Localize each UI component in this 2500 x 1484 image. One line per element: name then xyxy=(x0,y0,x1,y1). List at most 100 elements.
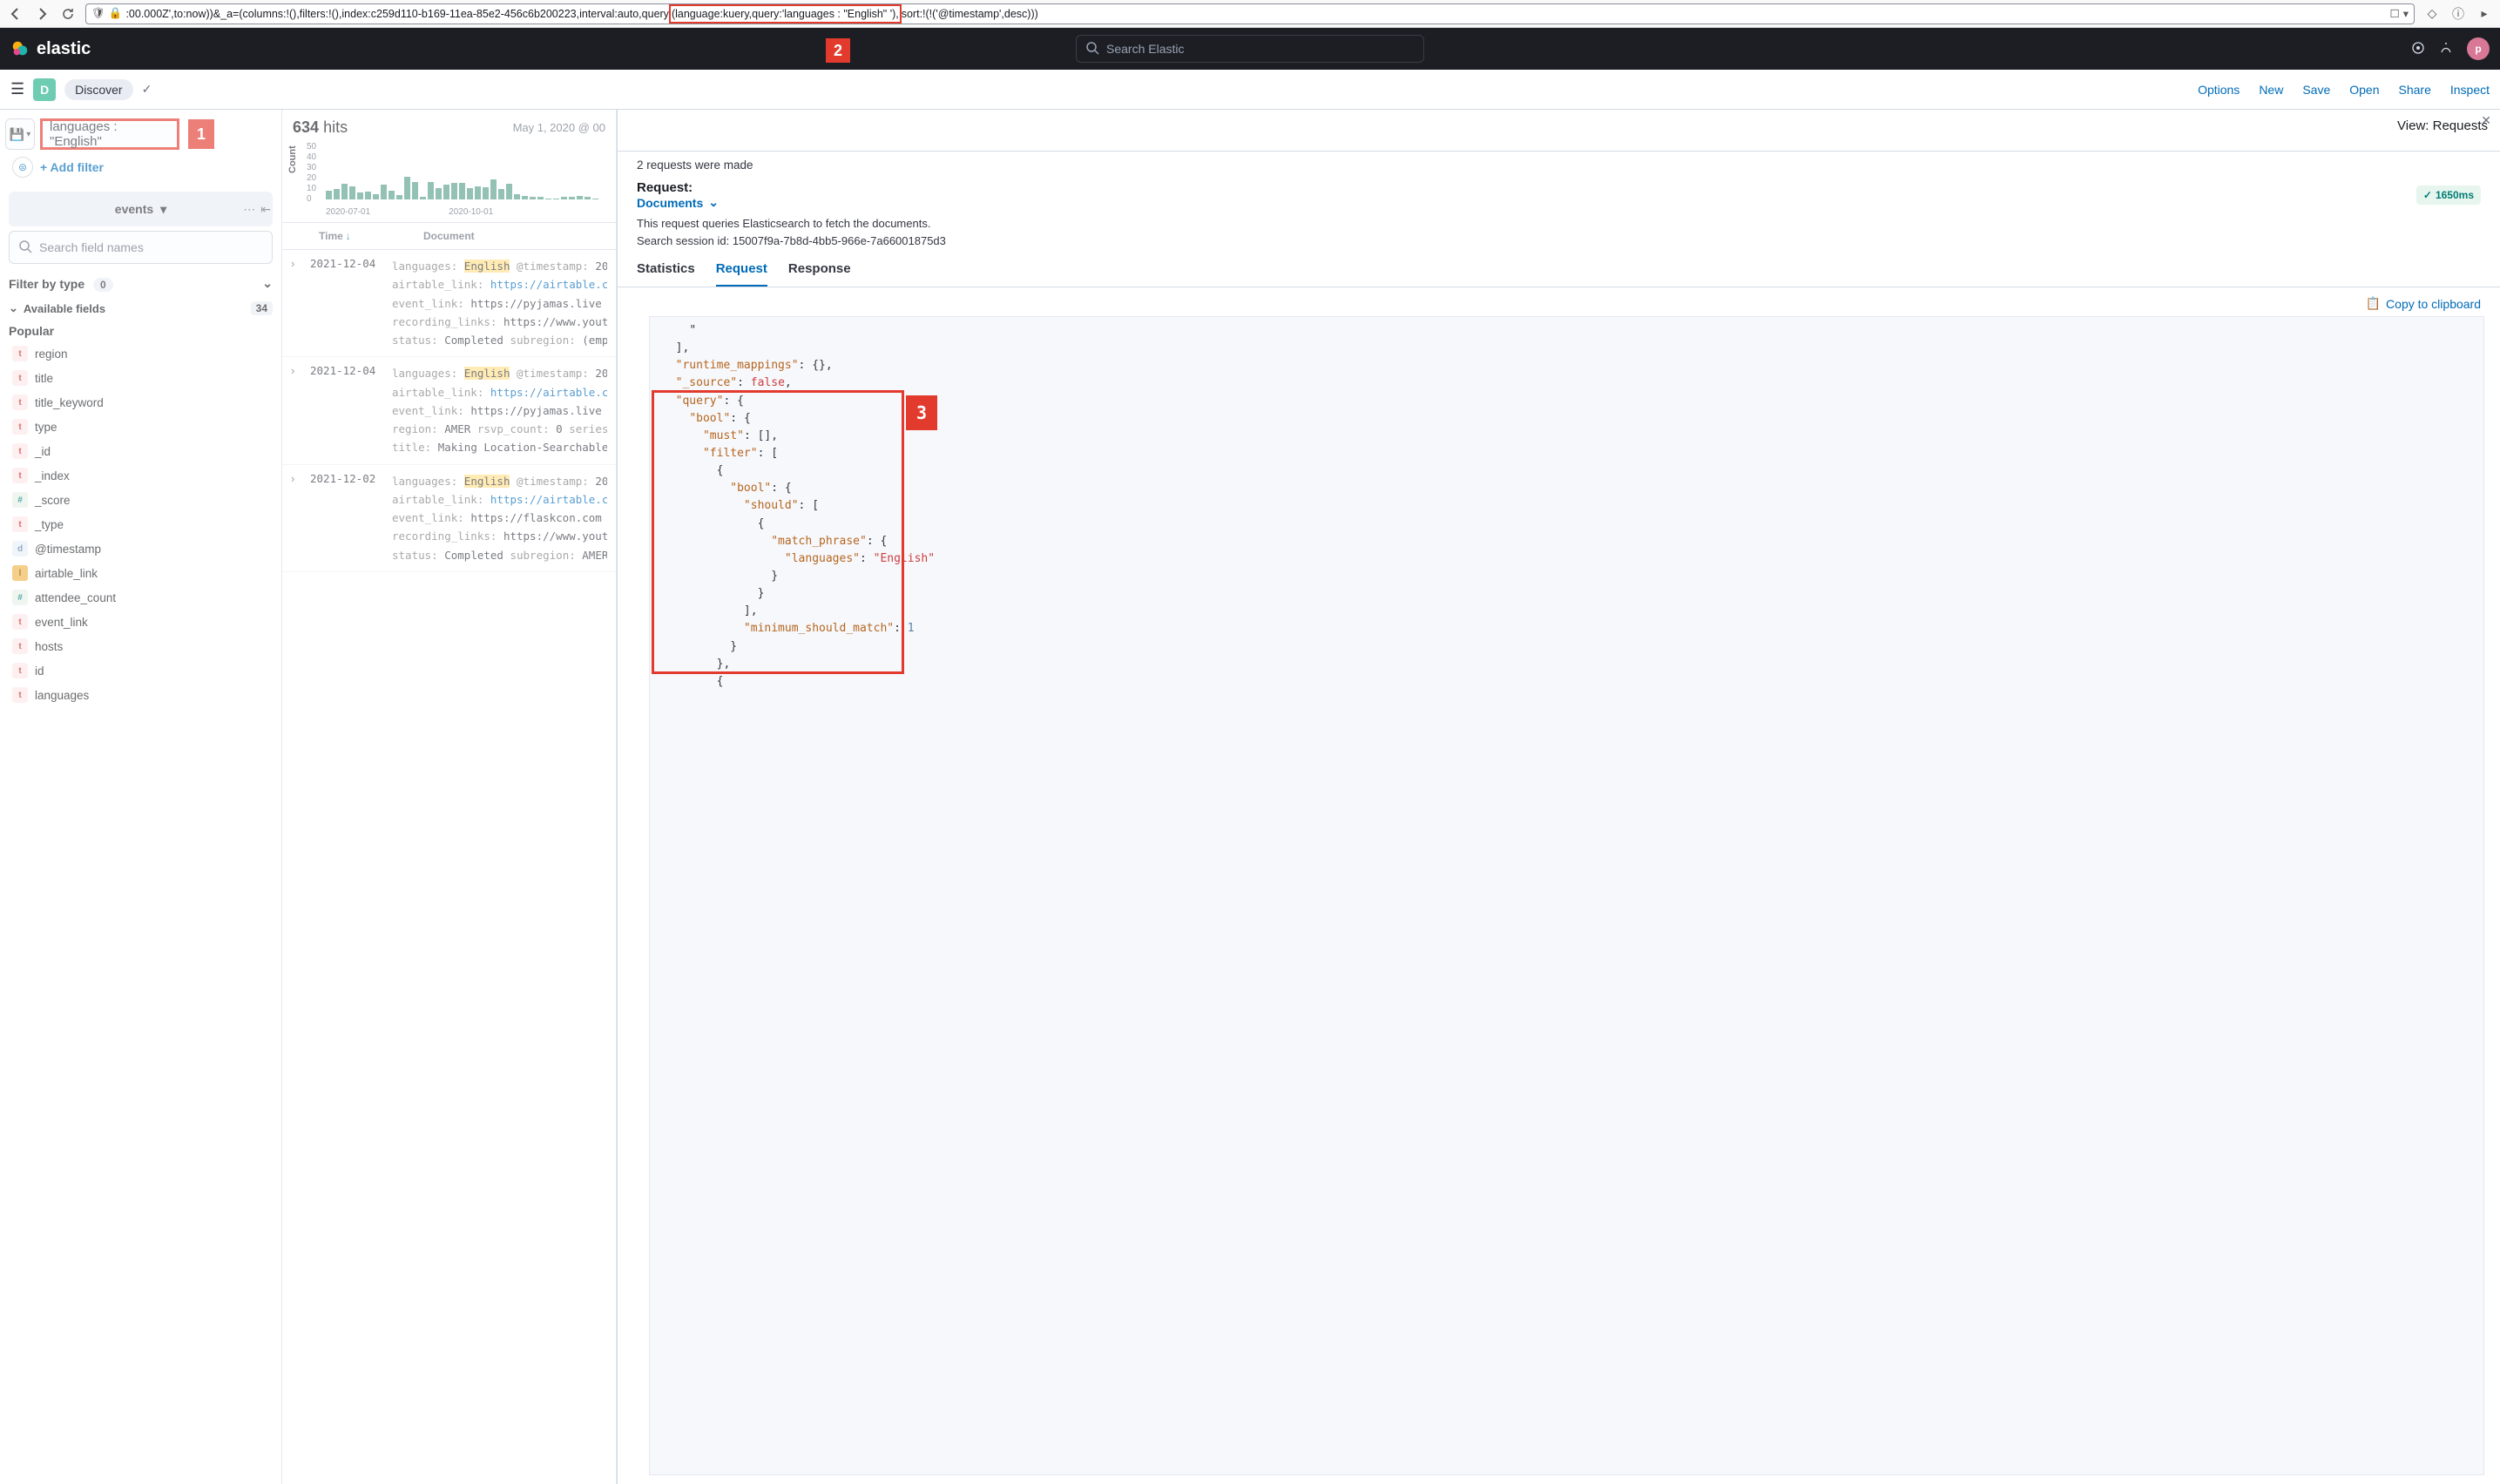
fields-list: Popular tregionttitlettitle_keywordttype… xyxy=(0,319,281,1484)
field-name: _index xyxy=(35,469,70,482)
toolbar-options[interactable]: Options xyxy=(2198,83,2240,97)
url-prefix: :00.000Z',to:now))&_a=(columns:!(),filte… xyxy=(125,8,668,20)
tab-response[interactable]: Response xyxy=(788,261,851,287)
code-line: ], xyxy=(657,603,2483,620)
elastic-logo[interactable]: elastic xyxy=(10,39,91,59)
nav-toggle-button[interactable]: ☰ xyxy=(10,80,24,98)
document-row[interactable]: ›2021-12-04languages: English @timestamp… xyxy=(282,357,616,464)
field-name: id xyxy=(35,664,44,678)
field-id[interactable]: tid xyxy=(9,658,273,683)
request-body-code[interactable]: 3 " ], "runtime_mappings": {}, "_source"… xyxy=(649,316,2484,1475)
nav-forward-button[interactable] xyxy=(33,5,51,23)
toolbar-inspect[interactable]: Inspect xyxy=(2450,83,2490,97)
doc-icon[interactable]: ⋯ xyxy=(243,202,255,217)
field-title_keyword[interactable]: ttitle_keyword xyxy=(9,390,273,415)
histogram-bar xyxy=(436,188,442,199)
popular-section-label: Popular xyxy=(9,324,273,338)
reload-button[interactable] xyxy=(59,5,77,23)
url-bar[interactable]: 🛡 🔒 :00.000Z',to:now))&_a=(columns:!(),f… xyxy=(85,3,2415,24)
document-row[interactable]: ›2021-12-04languages: English @timestamp… xyxy=(282,250,616,357)
app-caret-icon[interactable]: ✓ xyxy=(142,82,152,97)
code-line: " xyxy=(657,322,2483,340)
doc-time: 2021-12-04 xyxy=(310,364,383,456)
field-event_link[interactable]: tevent_link xyxy=(9,610,273,634)
url-dropdown-icon[interactable]: ▾ xyxy=(2403,7,2409,20)
saved-query-button[interactable]: 💾 ▾ xyxy=(5,118,35,150)
url-suffix: sort:!(!('@timestamp',desc))) xyxy=(902,8,1038,20)
info-icon[interactable]: ⓘ xyxy=(2449,5,2467,23)
lock-icon: 🔒 xyxy=(109,7,123,20)
doc-time: 2021-12-04 xyxy=(310,257,383,349)
toolbar-new[interactable]: New xyxy=(2259,83,2283,97)
code-line: "bool": { xyxy=(657,480,2483,497)
browser-chrome: 🛡 🔒 :00.000Z',to:now))&_a=(columns:!(),f… xyxy=(0,0,2500,28)
field-_index[interactable]: t _index xyxy=(9,463,273,488)
field-type[interactable]: ttype xyxy=(9,415,273,439)
histogram-bar xyxy=(483,187,489,199)
field-_score[interactable]: #_score xyxy=(9,488,273,512)
help-icon[interactable] xyxy=(2439,41,2453,57)
add-filter-button[interactable]: + Add filter xyxy=(40,160,104,174)
user-avatar[interactable]: p xyxy=(2467,37,2490,60)
histogram-bar xyxy=(451,183,457,199)
field-name: _id xyxy=(35,445,51,458)
play-icon[interactable]: ▸ xyxy=(2476,5,2493,23)
histogram-chart[interactable]: Count 50403020100 2020-07-012020-10-01 xyxy=(282,138,616,222)
histogram-bar xyxy=(490,179,497,199)
table-header-time[interactable]: Time ↓ xyxy=(319,230,406,242)
nav-back-button[interactable] xyxy=(7,5,24,23)
histogram-bar xyxy=(381,185,387,199)
app-name-pill[interactable]: Discover xyxy=(64,79,132,100)
toolbar-open[interactable]: Open xyxy=(2349,83,2379,97)
expand-icon[interactable]: › xyxy=(291,472,301,564)
pocket-icon[interactable]: ◇ xyxy=(2423,5,2441,23)
toolbar-share[interactable]: Share xyxy=(2399,83,2431,97)
collapse-icon[interactable]: ⇤ xyxy=(260,202,271,217)
histogram-bar xyxy=(334,189,340,199)
field-token-icon: t xyxy=(12,468,28,483)
field-_id[interactable]: t_id xyxy=(9,439,273,463)
view-toggle[interactable]: View: Requests xyxy=(2397,118,2488,133)
document-row[interactable]: ›2021-12-02languages: English @timestamp… xyxy=(282,465,616,572)
search-fields-input[interactable]: Search field names xyxy=(9,231,273,264)
field-region[interactable]: tregion xyxy=(9,341,273,366)
filter-settings-button[interactable]: ⊜ xyxy=(12,157,33,178)
available-fields-header[interactable]: ⌄ Available fields 34 xyxy=(9,301,273,315)
field-title[interactable]: ttitle xyxy=(9,366,273,390)
global-search-input[interactable]: Search Elastic xyxy=(1076,35,1424,63)
field-@timestamp[interactable]: d@timestamp xyxy=(9,536,273,561)
field-token-icon: l xyxy=(12,565,28,581)
expand-icon[interactable]: › xyxy=(291,364,301,456)
newsfeed-icon[interactable] xyxy=(2411,41,2425,57)
callout-1-badge: 1 xyxy=(188,119,214,149)
field-name: languages xyxy=(35,689,89,702)
request-select[interactable]: Documents ⌄ xyxy=(637,195,719,210)
expand-icon[interactable]: › xyxy=(291,257,301,349)
code-line: "runtime_mappings": {}, xyxy=(657,357,2483,374)
field-languages[interactable]: tlanguages xyxy=(9,683,273,707)
field-hosts[interactable]: thosts xyxy=(9,634,273,658)
tab-request[interactable]: Request xyxy=(716,261,767,287)
bookmark-icon[interactable]: ☐ xyxy=(2390,7,2400,20)
close-icon[interactable]: ✕ xyxy=(2481,113,2491,128)
field-name: hosts xyxy=(35,640,63,653)
field-name: title_keyword xyxy=(35,396,104,409)
query-input[interactable]: languages : "English" xyxy=(40,118,179,150)
filter-by-type-toggle[interactable]: Filter by type 0 ⌄ xyxy=(9,276,273,291)
histogram-bar xyxy=(349,186,355,199)
toolbar-save[interactable]: Save xyxy=(2302,83,2330,97)
histogram-bar xyxy=(428,182,434,199)
field-attendee_count[interactable]: #attendee_count xyxy=(9,585,273,610)
field-_type[interactable]: t_type xyxy=(9,512,273,536)
copy-to-clipboard-button[interactable]: 📋 Copy to clipboard xyxy=(2366,296,2481,311)
histogram-bars xyxy=(326,144,607,199)
table-header-document[interactable]: Document xyxy=(423,230,475,242)
code-line: "match_phrase": { xyxy=(657,533,2483,550)
toolbar-actions: Options New Save Open Share Inspect xyxy=(2198,83,2490,97)
brand-text: elastic xyxy=(37,39,91,59)
doc-body: languages: English @timestamp: 2021- air… xyxy=(392,472,607,564)
x-axis-ticks: 2020-07-012020-10-01 xyxy=(326,207,493,217)
field-airtable_link[interactable]: lairtable_link xyxy=(9,561,273,585)
tab-statistics[interactable]: Statistics xyxy=(637,261,695,287)
results-panel: 634 hits May 1, 2020 @ 00 Count 50403020… xyxy=(282,110,617,1484)
